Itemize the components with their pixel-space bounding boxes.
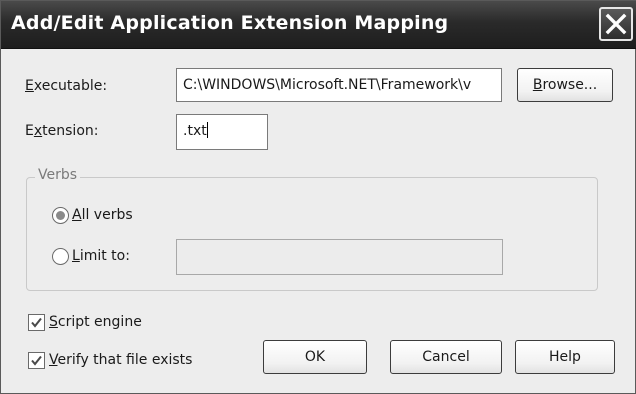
limit-to-input[interactable]: [176, 239, 503, 275]
extension-label: Extension:: [25, 123, 99, 139]
limit-to-label[interactable]: Limit to:: [72, 248, 130, 264]
checkmark-icon: [31, 317, 42, 328]
help-button[interactable]: Help: [515, 340, 615, 374]
verify-file-label[interactable]: Verify that file exists: [49, 352, 192, 368]
verbs-group-label: Verbs: [35, 167, 81, 183]
title-bar[interactable]: Add/Edit Application Extension Mapping: [1, 1, 636, 49]
script-engine-checkbox[interactable]: [28, 314, 45, 331]
ok-button[interactable]: OK: [263, 340, 367, 374]
checkmark-icon: [31, 355, 42, 366]
close-x-icon: [605, 13, 627, 35]
executable-label: Executable:: [25, 78, 108, 94]
executable-input[interactable]: C:\WINDOWS\Microsoft.NET\Framework\v: [176, 68, 502, 102]
radio-selected-dot: [56, 211, 65, 220]
script-engine-label[interactable]: Script engine: [49, 314, 142, 330]
extension-input[interactable]: .txt: [176, 114, 268, 150]
limit-to-radio[interactable]: [52, 248, 69, 265]
all-verbs-radio[interactable]: [52, 207, 69, 224]
text-caret: [206, 122, 208, 138]
browse-button[interactable]: Browse...: [517, 68, 613, 102]
close-button[interactable]: [599, 7, 633, 41]
extension-mapping-dialog: Add/Edit Application Extension Mapping E…: [0, 0, 636, 394]
all-verbs-label[interactable]: All verbs: [72, 207, 133, 223]
verify-file-checkbox[interactable]: [28, 352, 45, 369]
cancel-button[interactable]: Cancel: [390, 340, 502, 374]
window-title: Add/Edit Application Extension Mapping: [11, 12, 449, 34]
